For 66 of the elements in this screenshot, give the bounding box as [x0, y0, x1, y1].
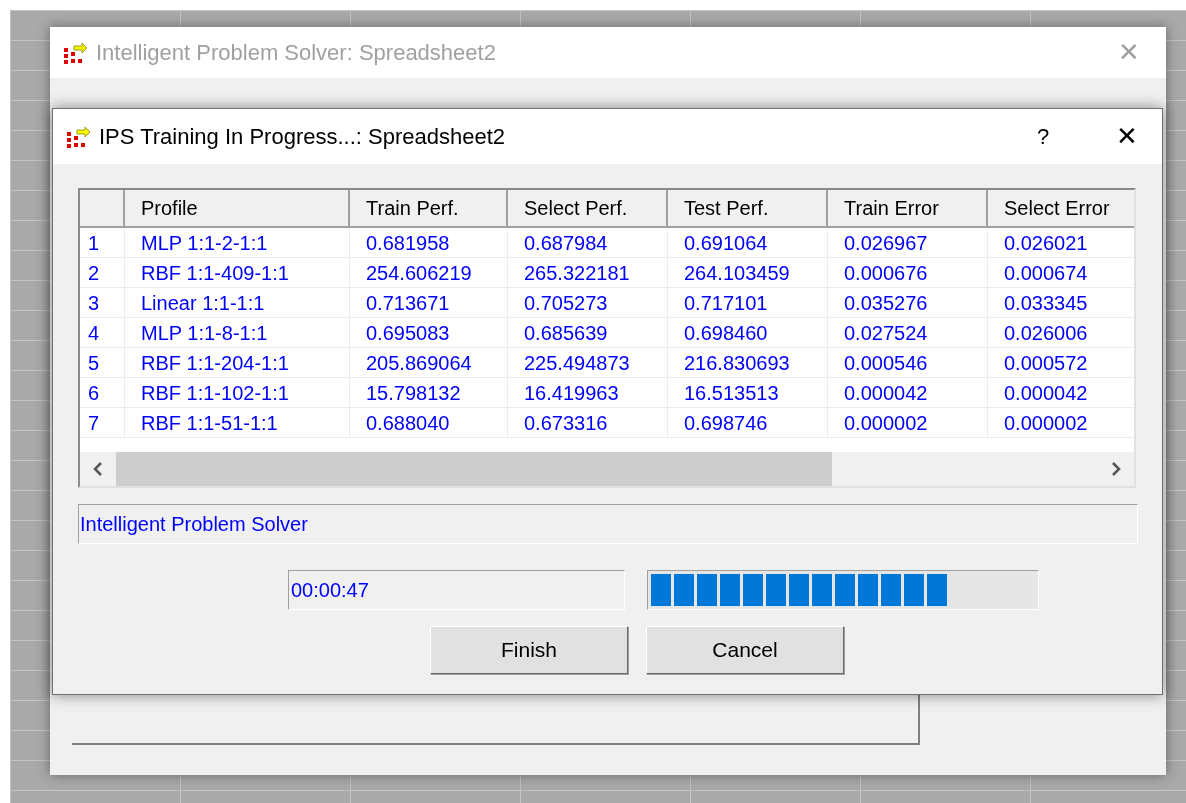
table-cell: RBF 1:1-204-1:1: [125, 348, 350, 377]
table-cell: 16.419963: [508, 378, 668, 407]
horizontal-scrollbar[interactable]: [80, 452, 1134, 486]
table-cell: 5: [80, 348, 125, 377]
table-cell: 0.000042: [988, 378, 1134, 407]
table-cell: 4: [80, 318, 125, 347]
table-cell: 0.705273: [508, 288, 668, 317]
table-cell: 16.513513: [668, 378, 828, 407]
column-header[interactable]: [80, 190, 125, 228]
table-cell: 3: [80, 288, 125, 317]
table-cell: MLP 1:1-2-1:1: [125, 228, 350, 257]
table-cell: 0.000546: [828, 348, 988, 377]
table-cell: 0.000042: [828, 378, 988, 407]
table-cell: 0.000676: [828, 258, 988, 287]
table-cell: 0.713671: [350, 288, 508, 317]
dialog-button[interactable]: Finish: [430, 626, 628, 674]
table-cell: Linear 1:1-1:1: [125, 288, 350, 317]
table-cell: 0.717101: [668, 288, 828, 317]
table-cell: 0.673316: [508, 408, 668, 437]
table-cell: 0.691064: [668, 228, 828, 257]
table-cell: 0.033345: [988, 288, 1134, 317]
table-cell: 0.695083: [350, 318, 508, 347]
table-cell: 7: [80, 408, 125, 437]
table-cell: 1: [80, 228, 125, 257]
window-title: Intelligent Problem Solver: Spreadsheet2: [96, 39, 496, 67]
table-cell: 15.798132: [350, 378, 508, 407]
table-cell: 0.035276: [828, 288, 988, 317]
table-cell: RBF 1:1-102-1:1: [125, 378, 350, 407]
table-cell: 216.830693: [668, 348, 828, 377]
status-field: Intelligent Problem Solver: [78, 504, 1138, 544]
dialog-button[interactable]: Cancel: [646, 626, 844, 674]
close-button[interactable]: ✕: [1092, 114, 1162, 159]
table-cell: 0.000674: [988, 258, 1134, 287]
table-cell: 254.606219: [350, 258, 508, 287]
table-cell: 265.322181: [508, 258, 668, 287]
table-cell: 0.000572: [988, 348, 1134, 377]
table-cell: 0.026967: [828, 228, 988, 257]
column-header[interactable]: Select Error: [988, 190, 1134, 228]
table-cell: 0.026006: [988, 318, 1134, 347]
table-cell: 264.103459: [668, 258, 828, 287]
column-header[interactable]: Test Perf.: [668, 190, 828, 228]
table-cell: 0.698746: [668, 408, 828, 437]
table-cell: 0.687984: [508, 228, 668, 257]
table-cell: 2: [80, 258, 125, 287]
column-header[interactable]: Select Perf.: [508, 190, 668, 228]
column-header[interactable]: Profile: [125, 190, 350, 228]
table-cell: 0.000002: [828, 408, 988, 437]
column-header[interactable]: Train Error: [828, 190, 988, 228]
table-cell: 0.681958: [350, 228, 508, 257]
table-cell: 0.000002: [988, 408, 1134, 437]
table-cell: 0.685639: [508, 318, 668, 347]
table-cell: RBF 1:1-51-1:1: [125, 408, 350, 437]
table-cell: 0.026021: [988, 228, 1134, 257]
table-cell: 0.698460: [668, 318, 828, 347]
table-cell: 225.494873: [508, 348, 668, 377]
table-cell: 0.027524: [828, 318, 988, 347]
table-cell: 6: [80, 378, 125, 407]
elapsed-time-field: 00:00:47: [288, 570, 625, 610]
scrollbar-thumb[interactable]: [116, 452, 832, 486]
dialog-title: IPS Training In Progress...: Spreadsheet2: [99, 123, 505, 151]
table-cell: RBF 1:1-409-1:1: [125, 258, 350, 287]
table-cell: 205.869064: [350, 348, 508, 377]
help-button[interactable]: ?: [1018, 114, 1068, 159]
table-cell: 0.688040: [350, 408, 508, 437]
table-cell: MLP 1:1-8-1:1: [125, 318, 350, 347]
column-header[interactable]: Train Perf.: [350, 190, 508, 228]
